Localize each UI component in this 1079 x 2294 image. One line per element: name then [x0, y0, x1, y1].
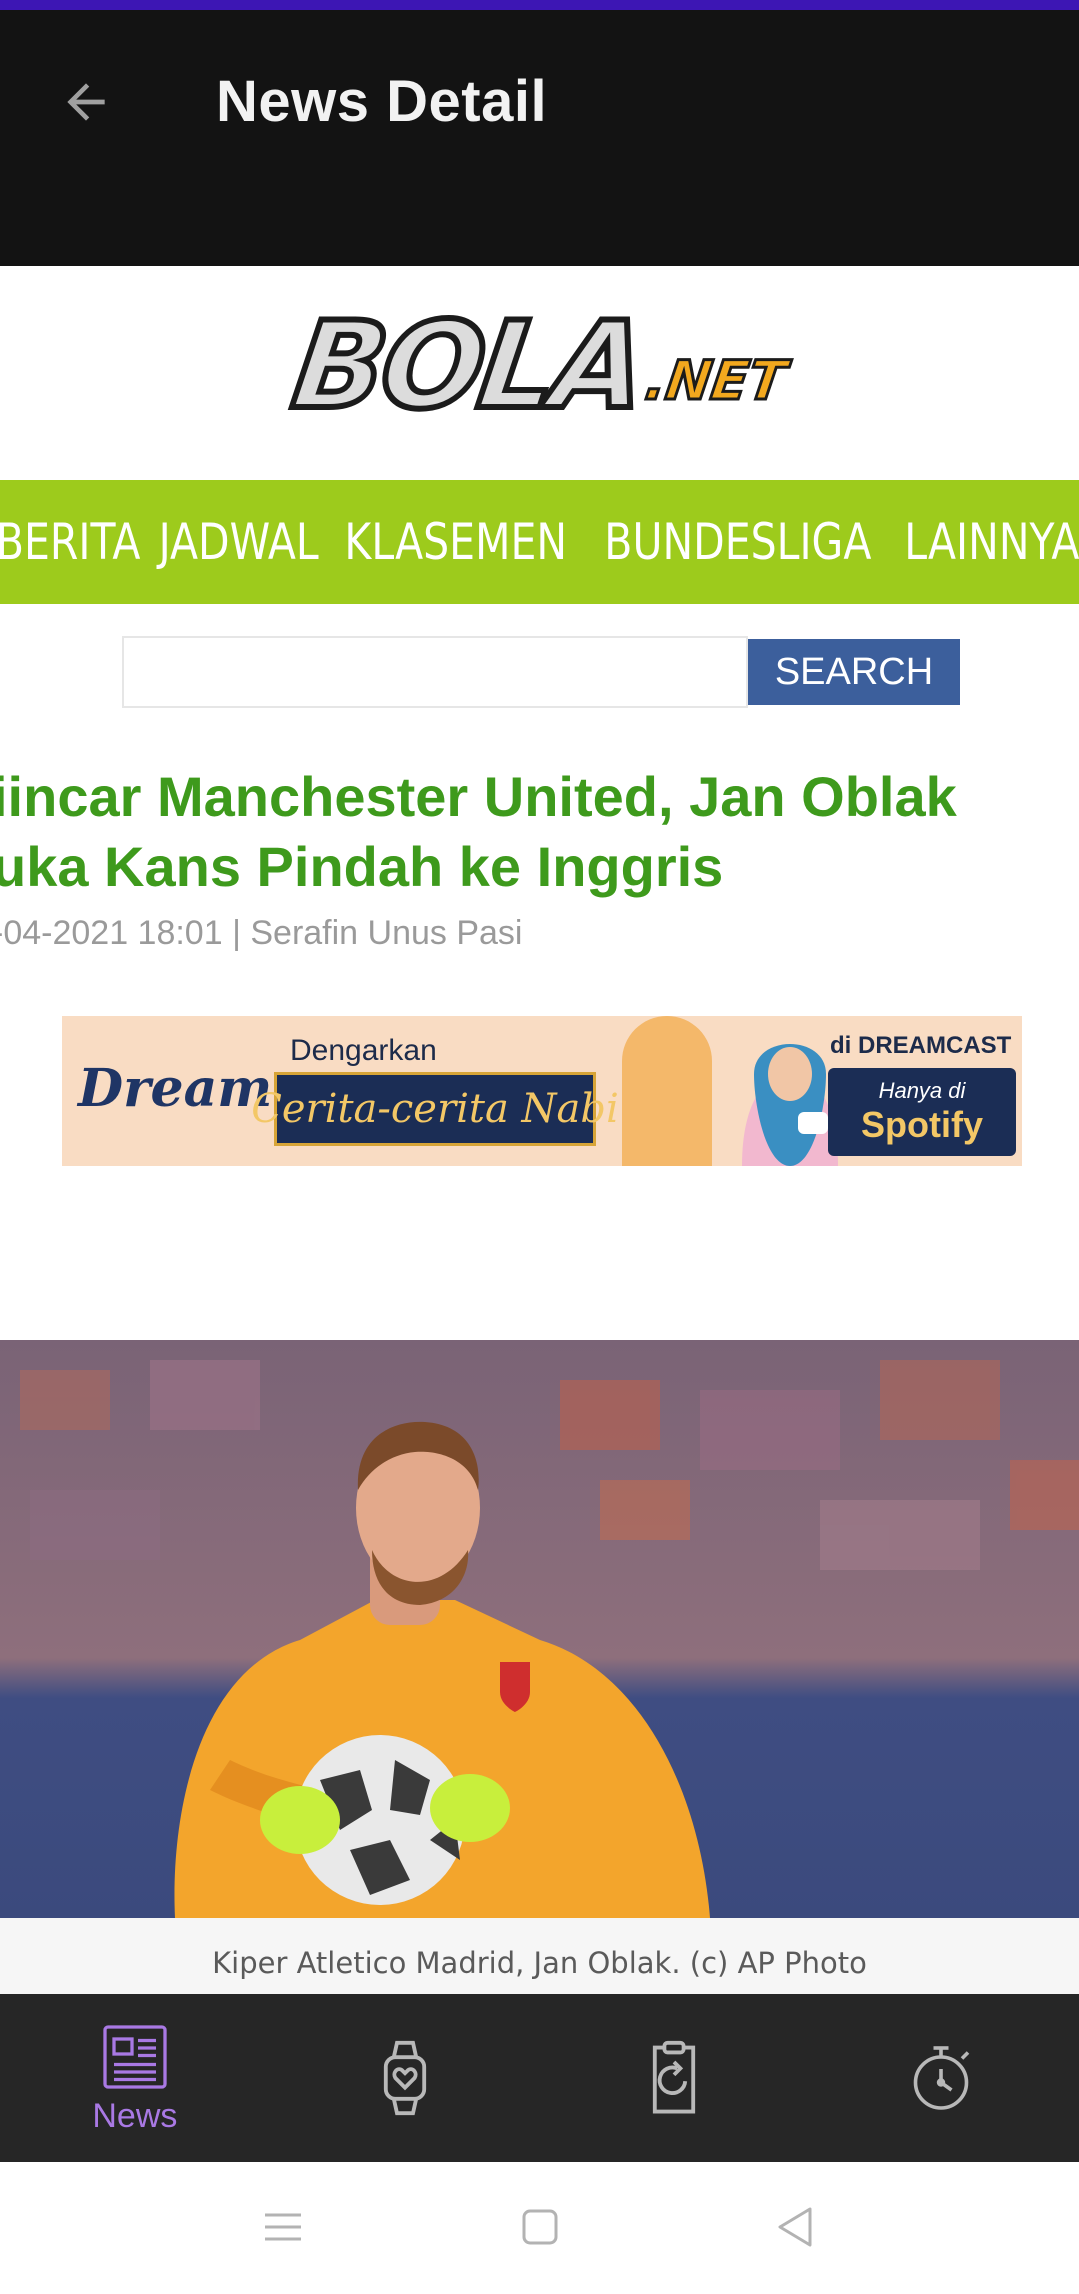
tab-news-label: News — [92, 2096, 178, 2135]
goalkeeper-photo-illustration — [0, 1340, 1079, 1918]
banner-highlight: Cerita-cerita Nabi — [251, 1086, 619, 1132]
bottom-navigation: News — [0, 1994, 1079, 2162]
nav-item-lainnya[interactable]: LAINNYA — [904, 513, 1079, 571]
banner-highlight-box: Cerita-cerita Nabi — [251, 1072, 619, 1146]
smartwatch-icon — [383, 2040, 426, 2116]
search-button[interactable]: SEARCH — [748, 639, 960, 705]
search-bar: SEARCH — [122, 636, 960, 708]
clipboard-refresh-icon — [653, 2040, 696, 2114]
article-headline: iincar Manchester United, Jan Oblak uka … — [0, 762, 1079, 902]
stopwatch-icon — [913, 2046, 970, 2110]
tab-news[interactable]: News — [0, 1994, 270, 2162]
home-square-icon — [522, 2209, 558, 2245]
banner-hanya: Hanya di — [878, 1078, 966, 1103]
tab-watch[interactable] — [270, 1994, 540, 2162]
back-triangle-icon — [778, 2207, 812, 2247]
page-title: News Detail — [216, 69, 548, 134]
logo-wordmark: BOLA — [282, 294, 654, 439]
app-bar: News Detail — [0, 10, 1079, 266]
arrow-left-icon — [67, 83, 105, 121]
system-menu-button[interactable] — [248, 2192, 318, 2262]
news-webview[interactable]: BOLA .NET BERITA JADWAL KLASEMEN BUNDESL… — [0, 266, 1079, 1994]
system-home-button[interactable] — [505, 2192, 575, 2262]
nav-item-berita[interactable]: BERITA — [0, 513, 141, 571]
back-button[interactable] — [44, 60, 128, 144]
system-back-button[interactable] — [760, 2192, 830, 2262]
nav-item-jadwal[interactable]: JADWAL — [158, 513, 318, 571]
site-logo[interactable]: BOLA .NET — [282, 294, 791, 439]
banner-channel: di DREAMCAST — [830, 1032, 1012, 1059]
nav-item-klasemen[interactable]: KLASEMEN — [344, 513, 567, 571]
banner-arch-graphic — [622, 1016, 712, 1166]
newspaper-icon — [103, 2024, 167, 2089]
banner-platform-box: Hanya di Spotify — [828, 1068, 1016, 1156]
nav-item-bundesliga[interactable]: BUNDESLIGA — [605, 513, 872, 571]
banner-platform: Spotify — [861, 1104, 983, 1145]
site-nav: BERITA JADWAL KLASEMEN BUNDESLIGA LAINNY… — [0, 480, 1079, 604]
tab-timer[interactable] — [809, 1994, 1079, 2162]
system-navigation-bar — [0, 2162, 1079, 2294]
search-input[interactable] — [122, 636, 748, 708]
banner-brand: Dream — [78, 1058, 273, 1119]
photo-caption-area: Kiper Atletico Madrid, Jan Oblak. (c) AP… — [0, 1918, 1079, 1994]
ad-banner[interactable]: Dream Dengarkan Cerita-cerita Nabi di DR… — [62, 1016, 1022, 1166]
logo-suffix: .NET — [640, 347, 791, 413]
headline-line-2: uka Kans Pindah ke Inggris — [0, 835, 724, 898]
menu-icon — [265, 2213, 301, 2241]
headline-line-1: iincar Manchester United, Jan Oblak — [0, 765, 957, 828]
article-meta: -04-2021 18:01 | Serafin Unus Pasi — [0, 914, 523, 952]
tab-schedule[interactable] — [540, 1994, 810, 2162]
banner-line1: Dengarkan — [290, 1034, 437, 1067]
status-accent-bar — [0, 0, 1079, 10]
article-photo — [0, 1340, 1079, 1918]
photo-caption: Kiper Atletico Madrid, Jan Oblak. (c) AP… — [212, 1946, 867, 1980]
